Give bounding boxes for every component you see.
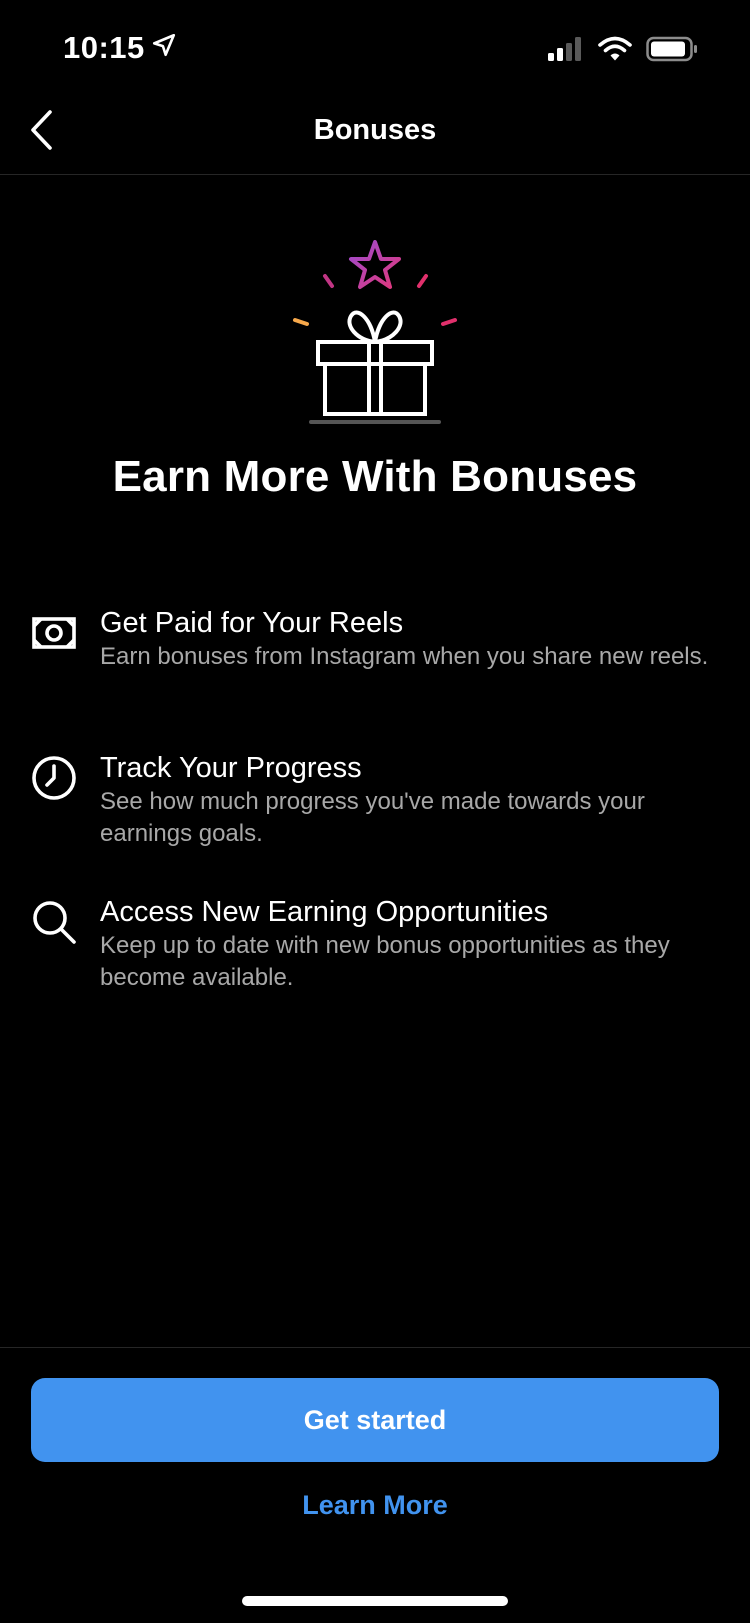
clock-icon: [31, 755, 77, 801]
feature-description: See how much progress you've made toward…: [100, 788, 645, 847]
feature-text: Get Paid for Your Reels Earn bonuses fro…: [100, 606, 720, 673]
bottom-divider: [0, 1347, 750, 1348]
nav-header: Bonuses: [0, 90, 750, 175]
status-time-text: 10:15: [63, 30, 145, 65]
feature-description: Keep up to date with new bonus opportuni…: [100, 932, 670, 991]
wifi-icon: [598, 36, 632, 67]
status-time: 10:15: [63, 30, 177, 66]
search-icon: [31, 899, 77, 945]
feature-text: Access New Earning Opportunities Keep up…: [100, 895, 720, 994]
feature-title: Access New Earning Opportunities: [100, 896, 549, 928]
location-arrow-icon: [151, 30, 177, 66]
learn-more-link[interactable]: Learn More: [0, 1490, 750, 1521]
feature-text: Track Your Progress See how much progres…: [100, 751, 720, 850]
money-icon: [31, 610, 77, 656]
battery-icon: [646, 36, 698, 67]
feature-title: Get Paid for Your Reels: [100, 607, 404, 639]
status-indicators: [548, 36, 698, 67]
feature-description: Earn bonuses from Instagram when you sha…: [100, 643, 709, 670]
headline: Earn More With Bonuses: [112, 452, 638, 501]
status-bar: 10:15: [0, 0, 750, 100]
gift-icon: [285, 240, 465, 430]
get-started-button[interactable]: Get started: [31, 1378, 719, 1462]
page-title: Bonuses: [313, 114, 437, 146]
cellular-signal-icon: [548, 37, 584, 66]
home-indicator[interactable]: [242, 1596, 508, 1606]
feature-title: Track Your Progress: [100, 752, 362, 784]
